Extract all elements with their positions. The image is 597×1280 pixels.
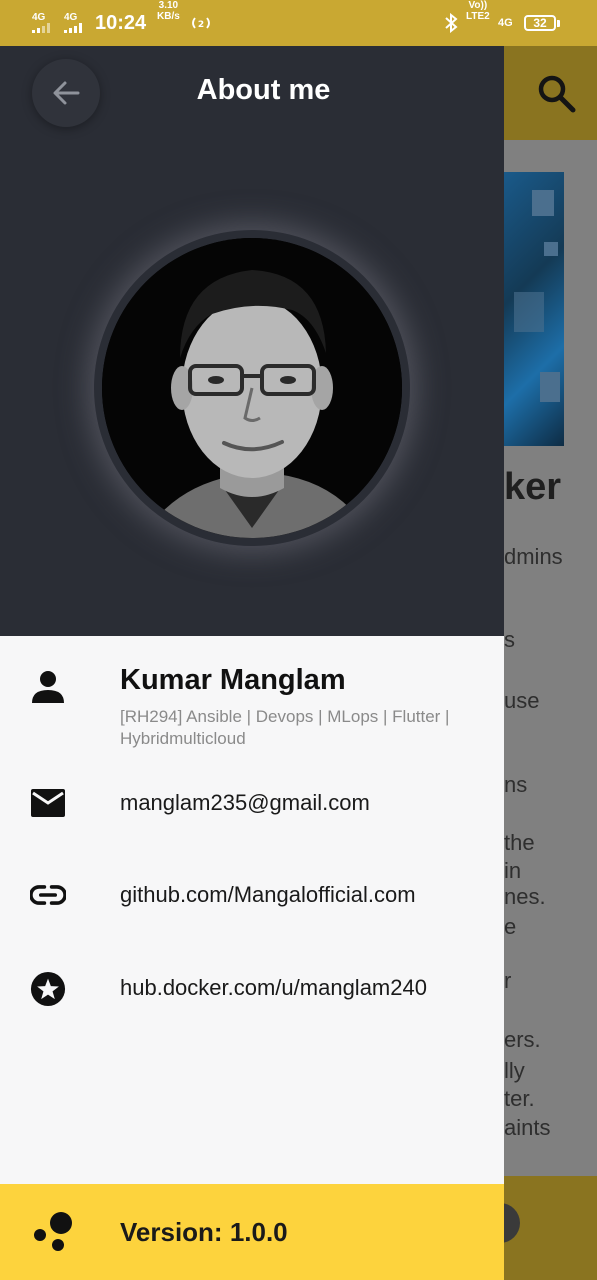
network-type-label: 4G: [64, 12, 78, 23]
bluetooth-icon: [444, 0, 458, 46]
network-speed: 3.10 KB/s: [157, 0, 180, 46]
person-icon: [30, 669, 66, 705]
background-text-line: use: [504, 688, 540, 713]
svg-text:2: 2: [198, 20, 204, 30]
background-text-line: the: [504, 830, 535, 855]
search-icon[interactable]: [535, 72, 579, 116]
clock: 10:24: [95, 11, 147, 34]
avatar: [102, 238, 402, 538]
background-text-line: e: [504, 914, 517, 939]
background-title-fragment: ker: [504, 466, 562, 508]
background-text-line: ns: [504, 772, 528, 797]
network-type-label: 4G: [32, 12, 46, 23]
profile-name: Kumar Manglam: [120, 664, 346, 696]
profile-subtitle: [RH294] Ansible | Devops | MLops | Flutt…: [120, 707, 450, 748]
page-title: About me: [196, 74, 331, 106]
background-text-line: dmins: [504, 544, 563, 569]
signal-bars-icon: [32, 23, 50, 33]
background-hero-image: [504, 172, 564, 446]
background-text-line: nes.: [504, 884, 546, 909]
drawer-header: About me: [0, 46, 504, 636]
battery-icon: 32: [524, 0, 560, 46]
email-row[interactable]: manglam235@gmail.com: [0, 781, 504, 827]
version-bar: Version: 1.0.0: [0, 1184, 504, 1280]
app-logo-icon: [30, 1210, 74, 1254]
network-type-label: 4G: [498, 17, 513, 29]
about-drawer: About me Kumar Manglam [RH294] Ansible |…: [0, 46, 504, 1280]
volte-label: Vo)): [468, 0, 488, 11]
docker-row[interactable]: hub.docker.com/u/manglam240: [0, 966, 504, 1012]
background-text-line: ter.: [504, 1086, 535, 1111]
github-link[interactable]: github.com/Mangalofficial.com: [120, 882, 416, 908]
network-speed-value: 3.10: [158, 0, 179, 11]
email-link[interactable]: manglam235@gmail.com: [120, 790, 370, 816]
status-bar: 4G 4G 10:24 3.10 KB/s 2 Vo)) LTE2 4G 32: [0, 0, 597, 46]
profile-name-row: Kumar Manglam [RH294] Ansible | Devops |…: [0, 662, 504, 754]
signal-bars-icon: [64, 23, 82, 33]
background-text-line: in: [504, 858, 522, 883]
network-indicator-1: 4G: [32, 0, 50, 46]
star-circle-icon: [30, 971, 66, 1007]
background-text-line: s: [504, 627, 515, 652]
background-text-line: lly: [504, 1058, 525, 1083]
volte-indicator: Vo)) LTE2: [466, 0, 490, 46]
network-indicator-2: 4G: [64, 0, 82, 46]
hotspot-icon: 2: [190, 0, 212, 46]
lte-label: LTE2: [466, 11, 490, 22]
background-text-line: aints: [504, 1115, 551, 1140]
background-text-line: r: [504, 968, 512, 993]
docker-hub-link[interactable]: hub.docker.com/u/manglam240: [120, 975, 427, 1001]
background-text-line: ers.: [504, 1027, 541, 1052]
version-label: Version: 1.0.0: [120, 1216, 288, 1247]
battery-level: 32: [524, 15, 556, 31]
mail-icon: [30, 785, 66, 821]
link-icon: [30, 877, 66, 913]
network-speed-unit: KB/s: [157, 11, 180, 22]
github-row[interactable]: github.com/Mangalofficial.com: [0, 873, 504, 919]
